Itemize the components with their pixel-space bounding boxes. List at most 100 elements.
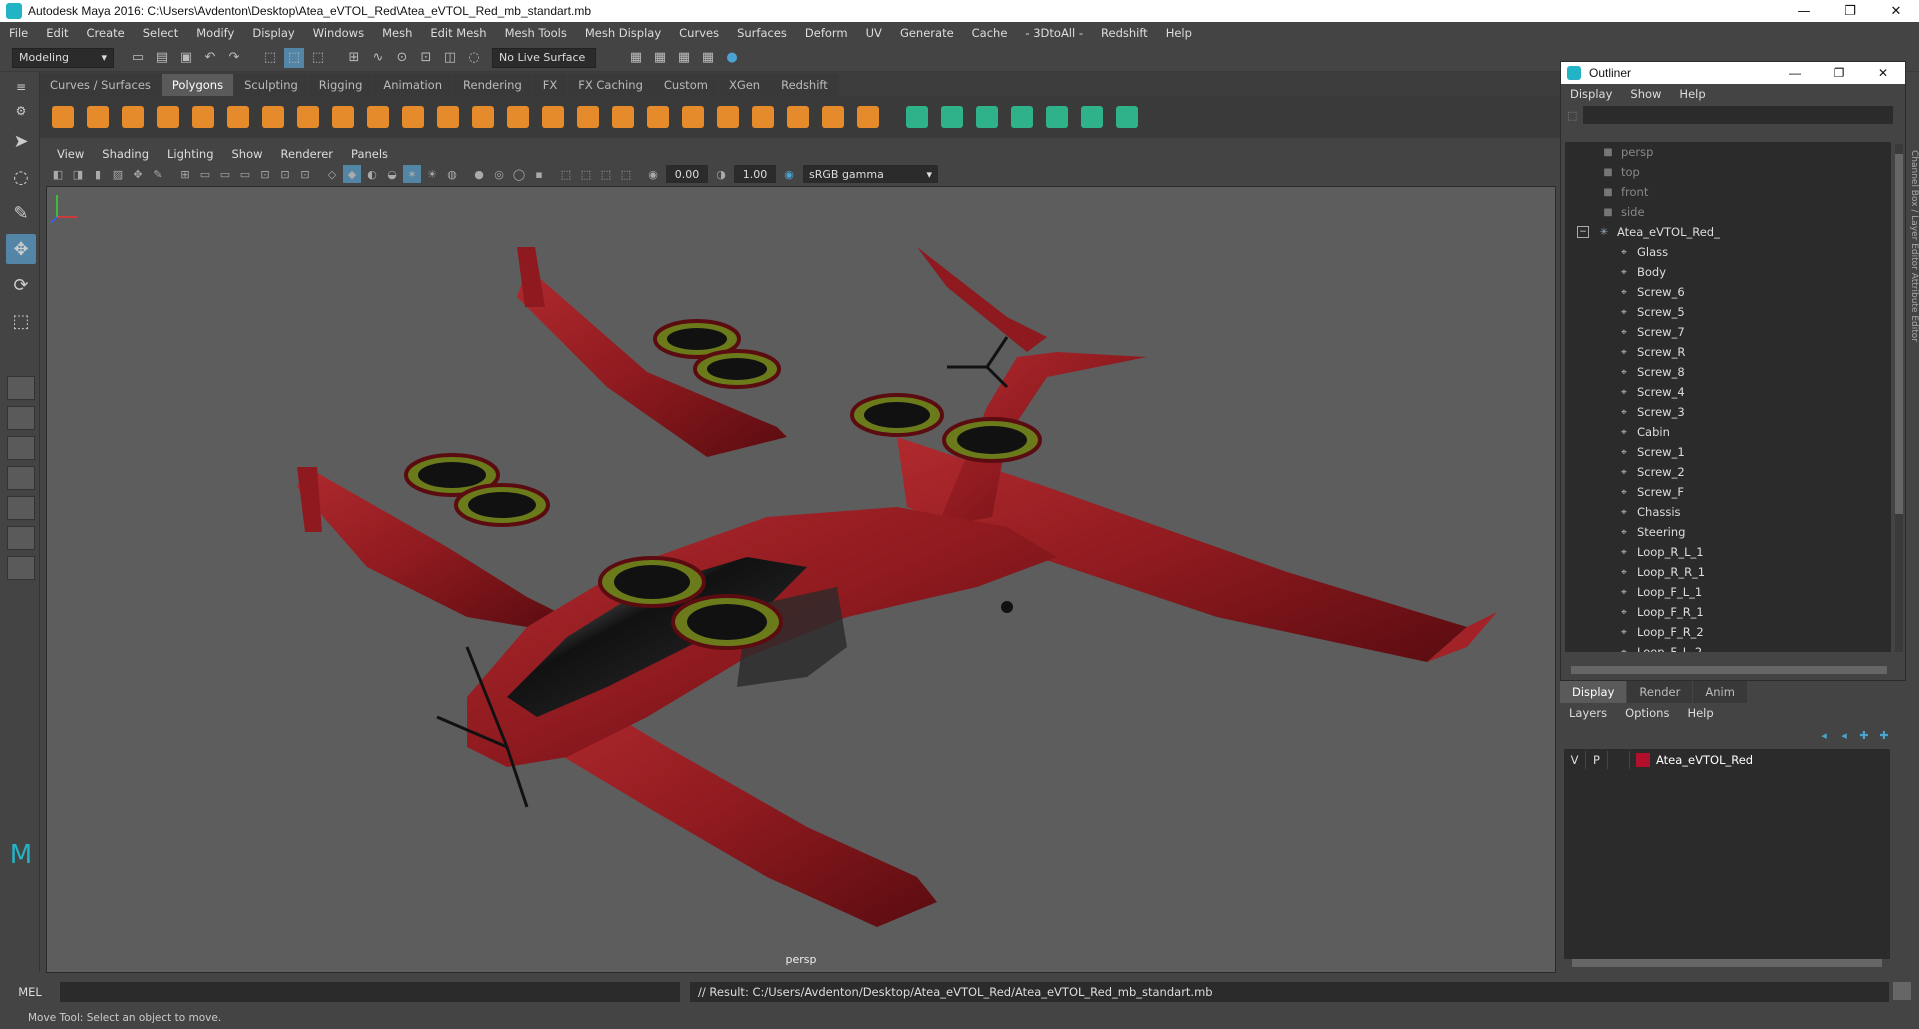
- wireframe-icon[interactable]: ◇: [323, 165, 341, 183]
- shelf-settings-icon[interactable]: ⚙: [6, 102, 36, 120]
- shelf-tool-icon[interactable]: [573, 102, 603, 132]
- outliner-layout-button[interactable]: [7, 526, 35, 550]
- layer-display-type[interactable]: [1608, 751, 1630, 769]
- 2d-pan-zoom-icon[interactable]: ✥: [129, 165, 147, 183]
- snap-view-icon[interactable]: ⊡: [416, 48, 436, 68]
- outliner-search-input[interactable]: [1583, 106, 1894, 124]
- textured-icon[interactable]: ◒: [383, 165, 401, 183]
- shelf-tool-icon[interactable]: [468, 102, 498, 132]
- multisample-aa-icon[interactable]: ◎: [490, 165, 508, 183]
- outliner-item-camera[interactable]: ■ front: [1565, 182, 1891, 202]
- close-button[interactable]: ✕: [1873, 0, 1919, 22]
- minimize-button[interactable]: —: [1781, 0, 1827, 22]
- render-view-icon[interactable]: ▦: [626, 48, 646, 68]
- outliner-item-mesh[interactable]: ⌖ Screw_R: [1565, 342, 1891, 362]
- layer-menu-layers[interactable]: Layers: [1560, 706, 1616, 720]
- view-transform-select[interactable]: sRGB gamma ▾: [803, 165, 938, 183]
- persp-outliner-layout-button[interactable]: [7, 496, 35, 520]
- shelf-tool-icon[interactable]: [83, 102, 113, 132]
- four-view-layout-button[interactable]: [7, 406, 35, 430]
- menu-mesh-tools[interactable]: Mesh Tools: [496, 26, 576, 40]
- outliner-restore-button[interactable]: ❐: [1817, 62, 1861, 84]
- outliner-item-mesh[interactable]: ⌖ Screw_6: [1565, 282, 1891, 302]
- menu-generate[interactable]: Generate: [891, 26, 963, 40]
- open-scene-icon[interactable]: ▤: [152, 48, 172, 68]
- screen-space-ao-icon[interactable]: ◍: [443, 165, 461, 183]
- xray-icon[interactable]: ⬚: [557, 165, 575, 183]
- menu-mesh-display[interactable]: Mesh Display: [576, 26, 670, 40]
- shelf-tool-icon[interactable]: [258, 102, 288, 132]
- menu-mesh[interactable]: Mesh: [373, 26, 421, 40]
- smooth-shade-icon[interactable]: ◆: [343, 165, 361, 183]
- shelf-tool-icon[interactable]: [902, 102, 932, 132]
- shelf-tool-icon[interactable]: [153, 102, 183, 132]
- outliner-item-mesh[interactable]: ⌖ Screw_7: [1565, 322, 1891, 342]
- menu-uv[interactable]: UV: [857, 26, 891, 40]
- mel-label[interactable]: MEL: [0, 985, 60, 999]
- shelf-menu-icon[interactable]: ≡: [6, 78, 36, 96]
- live-surface-field[interactable]: No Live Surface: [492, 47, 596, 68]
- outliner-item-mesh[interactable]: ⌖ Loop_R_R_1: [1565, 562, 1891, 582]
- layer-playback-toggle[interactable]: P: [1586, 751, 1608, 769]
- outliner-item-mesh[interactable]: ⌖ Screw_2: [1565, 462, 1891, 482]
- outliner-item-camera[interactable]: ■ side: [1565, 202, 1891, 222]
- outliner-item-mesh[interactable]: ⌖ Body: [1565, 262, 1891, 282]
- tab-xgen[interactable]: XGen: [718, 74, 771, 96]
- shelf-tool-icon[interactable]: [48, 102, 78, 132]
- snap-surface-icon[interactable]: ◫: [440, 48, 460, 68]
- restore-button[interactable]: ❐: [1827, 0, 1873, 22]
- new-scene-icon[interactable]: ▭: [128, 48, 148, 68]
- layer-menu-options[interactable]: Options: [1616, 706, 1678, 720]
- lasso-tool-icon[interactable]: ◌: [6, 162, 36, 192]
- outliner-item-mesh[interactable]: ⌖ Screw_3: [1565, 402, 1891, 422]
- outliner-item-mesh[interactable]: ⌖ Screw_8: [1565, 362, 1891, 382]
- viewport-menu-show[interactable]: Show: [223, 147, 272, 161]
- layer-menu-help[interactable]: Help: [1678, 706, 1722, 720]
- new-layer-from-selected-icon[interactable]: ✚: [1874, 729, 1894, 745]
- tab-rendering[interactable]: Rendering: [453, 74, 532, 96]
- gate-mask-icon[interactable]: ▭: [236, 165, 254, 183]
- hypershade-icon[interactable]: ●: [722, 48, 742, 68]
- exposure-icon[interactable]: ◉: [644, 165, 662, 183]
- tab-render-layers[interactable]: Render: [1627, 681, 1693, 703]
- shelf-tool-icon[interactable]: [1042, 102, 1072, 132]
- rotate-tool-icon[interactable]: ⟳: [6, 270, 36, 300]
- camera-attributes-icon[interactable]: ◨: [69, 165, 87, 183]
- gamma-icon[interactable]: ◑: [712, 165, 730, 183]
- shelf-tool-icon[interactable]: [608, 102, 638, 132]
- menu-windows[interactable]: Windows: [304, 26, 373, 40]
- image-plane-icon[interactable]: ▨: [109, 165, 127, 183]
- resolution-gate-icon[interactable]: ▭: [216, 165, 234, 183]
- script-editor-icon[interactable]: [1893, 982, 1911, 1000]
- menu-select[interactable]: Select: [134, 26, 187, 40]
- snap-curve-icon[interactable]: ∿: [368, 48, 388, 68]
- bookmark-icon[interactable]: ▮: [89, 165, 107, 183]
- outliner-close-button[interactable]: ✕: [1861, 62, 1905, 84]
- outliner-menu-show[interactable]: Show: [1621, 87, 1670, 101]
- maya-home-icon[interactable]: M: [6, 840, 36, 870]
- outliner-item-mesh[interactable]: ⌖ Screw_4: [1565, 382, 1891, 402]
- shelf-tool-icon[interactable]: [293, 102, 323, 132]
- move-layer-down-icon[interactable]: ◂: [1834, 729, 1854, 745]
- tab-curves-surfaces[interactable]: Curves / Surfaces: [40, 74, 161, 96]
- shade-wireframe-icon[interactable]: ◐: [363, 165, 381, 183]
- backface-culling-icon[interactable]: ⬚: [617, 165, 635, 183]
- tab-sculpting[interactable]: Sculpting: [234, 74, 308, 96]
- gamma-field[interactable]: 1.00: [734, 165, 776, 183]
- safe-title-icon[interactable]: ⊡: [296, 165, 314, 183]
- shelf-tool-icon[interactable]: [972, 102, 1002, 132]
- layer-color-swatch[interactable]: [1636, 753, 1650, 767]
- more-layouts-button[interactable]: [7, 556, 35, 580]
- outliner-item-mesh[interactable]: ⌖ Loop_F_R_1: [1565, 602, 1891, 622]
- outliner-menu-help[interactable]: Help: [1670, 87, 1714, 101]
- outliner-item-mesh[interactable]: ⌖ Cabin: [1565, 422, 1891, 442]
- outliner-vertical-scrollbar[interactable]: [1895, 144, 1903, 652]
- filter-icon[interactable]: ⬚: [1567, 109, 1577, 122]
- menu-redshift[interactable]: Redshift: [1092, 26, 1157, 40]
- outliner-item-mesh[interactable]: ⌖ Loop_F_R_2: [1565, 622, 1891, 642]
- outliner-item-mesh[interactable]: ⌖ Steering: [1565, 522, 1891, 542]
- viewport-menu-renderer[interactable]: Renderer: [272, 147, 343, 161]
- select-object-icon[interactable]: ⬚: [284, 47, 304, 68]
- save-scene-icon[interactable]: ▣: [176, 48, 196, 68]
- menu-modify[interactable]: Modify: [187, 26, 243, 40]
